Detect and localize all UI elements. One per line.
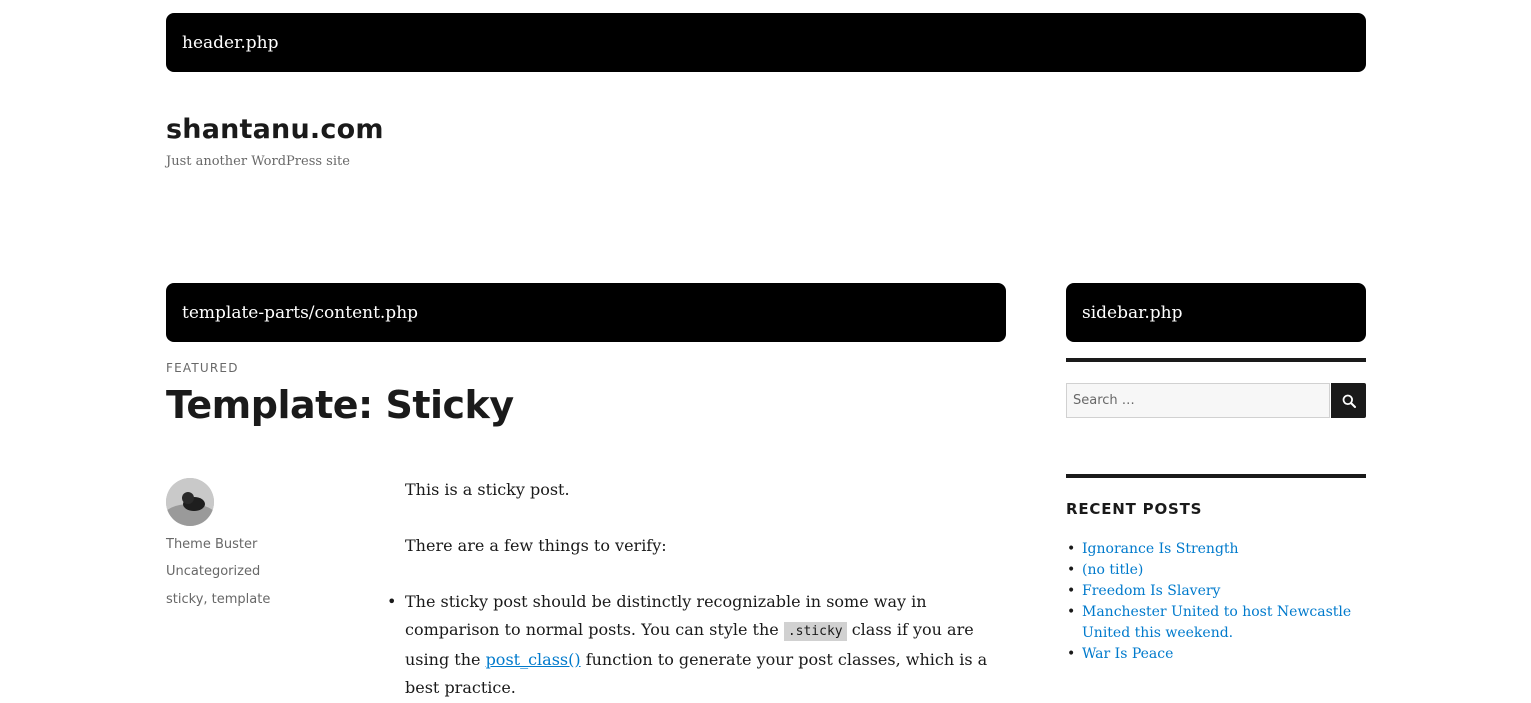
- header-template-label: header.php: [166, 13, 1366, 72]
- search-input[interactable]: [1066, 383, 1330, 418]
- site-title[interactable]: shantanu.com: [166, 114, 384, 145]
- post-class-link[interactable]: post_class(): [486, 650, 581, 669]
- list-item: Freedom Is Slavery: [1067, 581, 1366, 602]
- recent-post-link[interactable]: Freedom Is Slavery: [1082, 583, 1220, 599]
- post-title[interactable]: Template: Sticky: [166, 383, 514, 427]
- site-description: Just another WordPress site: [166, 154, 350, 169]
- sidebar-template-label: sidebar.php: [1066, 283, 1366, 342]
- content-template-label-text: template-parts/content.php: [182, 302, 419, 323]
- list-item: Ignorance Is Strength: [1067, 539, 1366, 560]
- content-list: The sticky post should be distinctly rec…: [387, 588, 1006, 702]
- sidebar-template-label-text: sidebar.php: [1082, 302, 1183, 323]
- recent-post-link[interactable]: Ignorance Is Strength: [1082, 541, 1239, 557]
- featured-label: FEATURED: [166, 361, 239, 375]
- content-template-label: template-parts/content.php: [166, 283, 1006, 342]
- post-content: This is a sticky post. There are a few t…: [387, 476, 1006, 702]
- sidebar-divider: [1066, 358, 1366, 362]
- content-paragraph: This is a sticky post.: [405, 480, 570, 499]
- list-item: (no title): [1067, 560, 1366, 581]
- recent-post-link[interactable]: (no title): [1082, 562, 1143, 578]
- post-tags[interactable]: sticky, template: [166, 592, 270, 607]
- recent-posts-title: RECENT POSTS: [1066, 500, 1203, 518]
- post-author-link[interactable]: Theme Buster: [166, 537, 257, 552]
- recent-post-link[interactable]: Manchester United to host Newcastle Unit…: [1082, 604, 1351, 641]
- search-icon: [1342, 394, 1356, 408]
- recent-posts-list: Ignorance Is Strength (no title) Freedom…: [1067, 539, 1366, 665]
- list-item: War Is Peace: [1067, 644, 1366, 665]
- sidebar-divider: [1066, 474, 1366, 478]
- post-category-link[interactable]: Uncategorized: [166, 564, 260, 579]
- author-avatar: [166, 478, 214, 526]
- recent-post-link[interactable]: War Is Peace: [1082, 646, 1173, 662]
- content-paragraph: There are a few things to verify:: [405, 536, 667, 555]
- avatar-image: [166, 478, 214, 526]
- header-template-label-text: header.php: [182, 32, 279, 53]
- content-list-item: The sticky post should be distinctly rec…: [387, 588, 1006, 702]
- list-item: Manchester United to host Newcastle Unit…: [1067, 602, 1366, 644]
- sticky-code: .sticky: [783, 622, 847, 641]
- search-button[interactable]: [1331, 383, 1366, 418]
